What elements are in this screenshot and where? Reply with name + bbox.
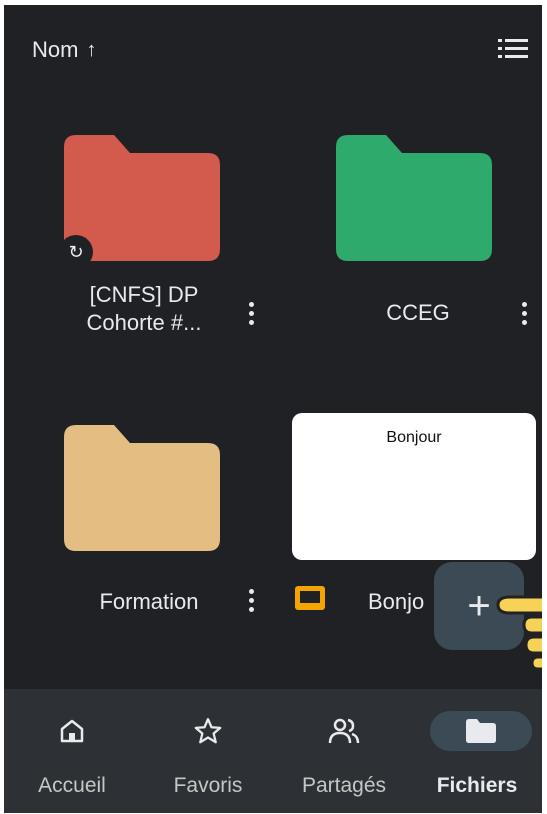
nav-label: Favoris <box>173 774 243 797</box>
list-view-icon[interactable] <box>498 37 528 61</box>
nav-item-accueil[interactable]: Accueil <box>4 689 140 813</box>
folder-icon <box>64 425 220 551</box>
dot-icon <box>248 310 254 316</box>
nav-icon-container <box>42 711 102 751</box>
nav-label: Accueil <box>38 774 106 797</box>
more-options-button[interactable] <box>512 293 536 333</box>
slides-preview-thumbnail[interactable]: Bonjour <box>292 413 536 560</box>
nav-icon-container <box>178 711 238 751</box>
dot-icon <box>521 310 527 316</box>
folder-name-cnfs: [CNFS] DP Cohorte #... <box>86 282 202 335</box>
people-icon <box>328 718 360 744</box>
preview-text: Bonjour <box>386 429 442 446</box>
plus-icon: + <box>467 583 491 628</box>
folder-tile-cnfs[interactable] <box>4 105 273 395</box>
folder-name-cceg: CCEG <box>386 300 450 325</box>
more-options-button[interactable] <box>239 293 263 333</box>
folder-icon <box>336 135 492 261</box>
more-options-button[interactable] <box>239 580 263 620</box>
dot-icon <box>248 606 254 612</box>
sort-label: Nom <box>32 37 79 62</box>
sort-by-name-button[interactable]: Nom ↑ <box>32 37 96 63</box>
nav-active-pill <box>430 711 532 751</box>
star-icon <box>194 718 222 744</box>
slides-icon <box>295 586 325 610</box>
nav-item-favoris[interactable]: Favoris <box>140 689 276 813</box>
home-icon <box>60 719 84 743</box>
dot-icon <box>248 301 254 307</box>
nav-item-fichiers[interactable]: Fichiers <box>412 689 542 813</box>
arrow-up-icon: ↑ <box>86 38 97 61</box>
nav-label: Partagés <box>301 774 387 797</box>
folder-icon <box>466 719 496 743</box>
nav-label: Fichiers <box>436 774 518 797</box>
nav-icon-container <box>314 711 374 751</box>
sort-bar: Nom ↑ <box>4 5 542 91</box>
nav-item-partages[interactable]: Partagés <box>276 689 412 813</box>
dot-icon <box>248 319 254 325</box>
drive-files-screen: Nom ↑ ↻ [CNFS] DP Cohorte #... CCEG Form… <box>4 5 542 813</box>
dot-icon <box>521 301 527 307</box>
dot-icon <box>521 319 527 325</box>
shared-sync-icon: ↻ <box>59 235 93 269</box>
pointing-hand-icon <box>496 595 542 671</box>
bottom-navigation: Accueil Favoris Partagés Fichiers <box>4 689 542 813</box>
dot-icon <box>248 588 254 594</box>
folder-name-formation: Formation <box>99 589 199 614</box>
dot-icon <box>248 597 254 603</box>
folder-tile-cceg[interactable] <box>274 105 542 395</box>
